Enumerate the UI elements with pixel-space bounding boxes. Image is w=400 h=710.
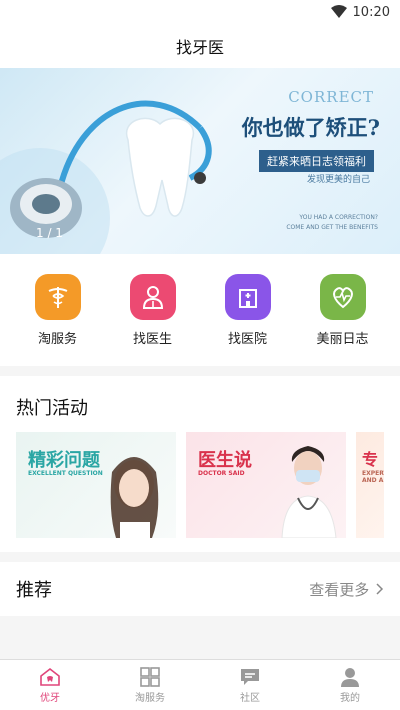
bottom-tab-bar: 优牙 淘服务 社区 我的 — [0, 659, 400, 710]
tab-youya[interactable]: 优牙 — [0, 660, 100, 710]
tab-taofuwu[interactable]: 淘服务 — [100, 660, 200, 710]
chat-icon — [241, 668, 259, 685]
tab-label: 优牙 — [40, 692, 60, 704]
tab-community[interactable]: 社区 — [200, 660, 300, 710]
activity-card-doctor-said[interactable]: 医生说 DOCTOR SAID — [186, 432, 346, 538]
page-title-bar: 找牙医 — [0, 24, 400, 68]
quick-item-label: 美丽日志 — [316, 331, 369, 347]
quick-item-label: 找医院 — [227, 331, 267, 347]
doctor-icon — [129, 273, 176, 320]
quick-item-label: 淘服务 — [37, 331, 77, 347]
activity-card-title: 专 — [362, 450, 379, 469]
view-more-label: 查看更多 — [309, 580, 370, 599]
recommend-header: 推荐 查看更多 — [0, 562, 400, 616]
status-bar: 10:20 — [0, 0, 400, 24]
quick-item-find-doctor[interactable]: 找医生 — [113, 273, 193, 347]
banner-english-line1: YOU HAD A CORRECTION? — [299, 214, 378, 221]
heart-pulse-icon — [319, 273, 366, 320]
view-more-link[interactable]: 查看更多 — [309, 579, 384, 600]
wifi-icon — [330, 5, 347, 18]
tab-label: 我的 — [340, 692, 360, 704]
quick-item-beauty-diary[interactable]: 美丽日志 — [303, 273, 383, 347]
promo-banner[interactable]: CORRECT 你也做了矫正? 赶紧来晒日志领福利 发现更美的自己 YOU HA… — [0, 68, 400, 254]
quick-item-find-hospital[interactable]: 找医院 — [208, 273, 288, 347]
hot-activities-section: 热门活动 精彩问题 EXCELLENT QUESTION 医生说 DOCTOR … — [0, 376, 400, 552]
page-title: 找牙医 — [175, 38, 224, 57]
quick-item-taofuwu[interactable]: 淘服务 — [18, 273, 98, 347]
banner-english-line2: COME AND GET THE BENEFITS — [286, 224, 378, 231]
tab-mine[interactable]: 我的 — [300, 660, 400, 710]
hospital-icon — [224, 273, 271, 320]
activity-card-subtitle: EXPERT AND A — [362, 470, 384, 484]
activity-card-expert[interactable]: 专 EXPERT AND A — [356, 432, 384, 538]
quick-entry-row: 淘服务 找医生 找医院 美丽日志 — [0, 254, 400, 366]
home-tooth-icon — [40, 667, 60, 686]
user-icon — [341, 667, 359, 687]
grid-icon — [140, 666, 160, 687]
banner-correct-text: CORRECT — [288, 88, 374, 106]
tab-label: 社区 — [240, 692, 260, 704]
banner-subtext: 发现更美的自己 — [306, 175, 370, 185]
section-title: 推荐 — [16, 580, 52, 601]
tab-label: 淘服务 — [135, 692, 165, 704]
quick-item-label: 找医生 — [132, 331, 172, 347]
activity-card-excellent-question[interactable]: 精彩问题 EXCELLENT QUESTION — [16, 432, 176, 538]
status-time: 10:20 — [352, 4, 390, 20]
caduceus-icon — [34, 273, 81, 320]
chevron-right-icon — [376, 582, 384, 595]
section-divider — [0, 366, 400, 376]
activity-card-row[interactable]: 精彩问题 EXCELLENT QUESTION 医生说 DOCTOR SAID … — [0, 432, 400, 538]
section-divider — [0, 552, 400, 562]
section-title: 热门活动 — [16, 398, 88, 419]
banner-page-indicator: 1 / 1 — [36, 226, 63, 240]
smiling-woman-photo — [110, 457, 159, 538]
doctor-photo — [281, 446, 337, 538]
banner-cta-pill: 赶紧来晒日志领福利 — [259, 150, 374, 172]
banner-headline: 你也做了矫正? — [241, 115, 380, 140]
